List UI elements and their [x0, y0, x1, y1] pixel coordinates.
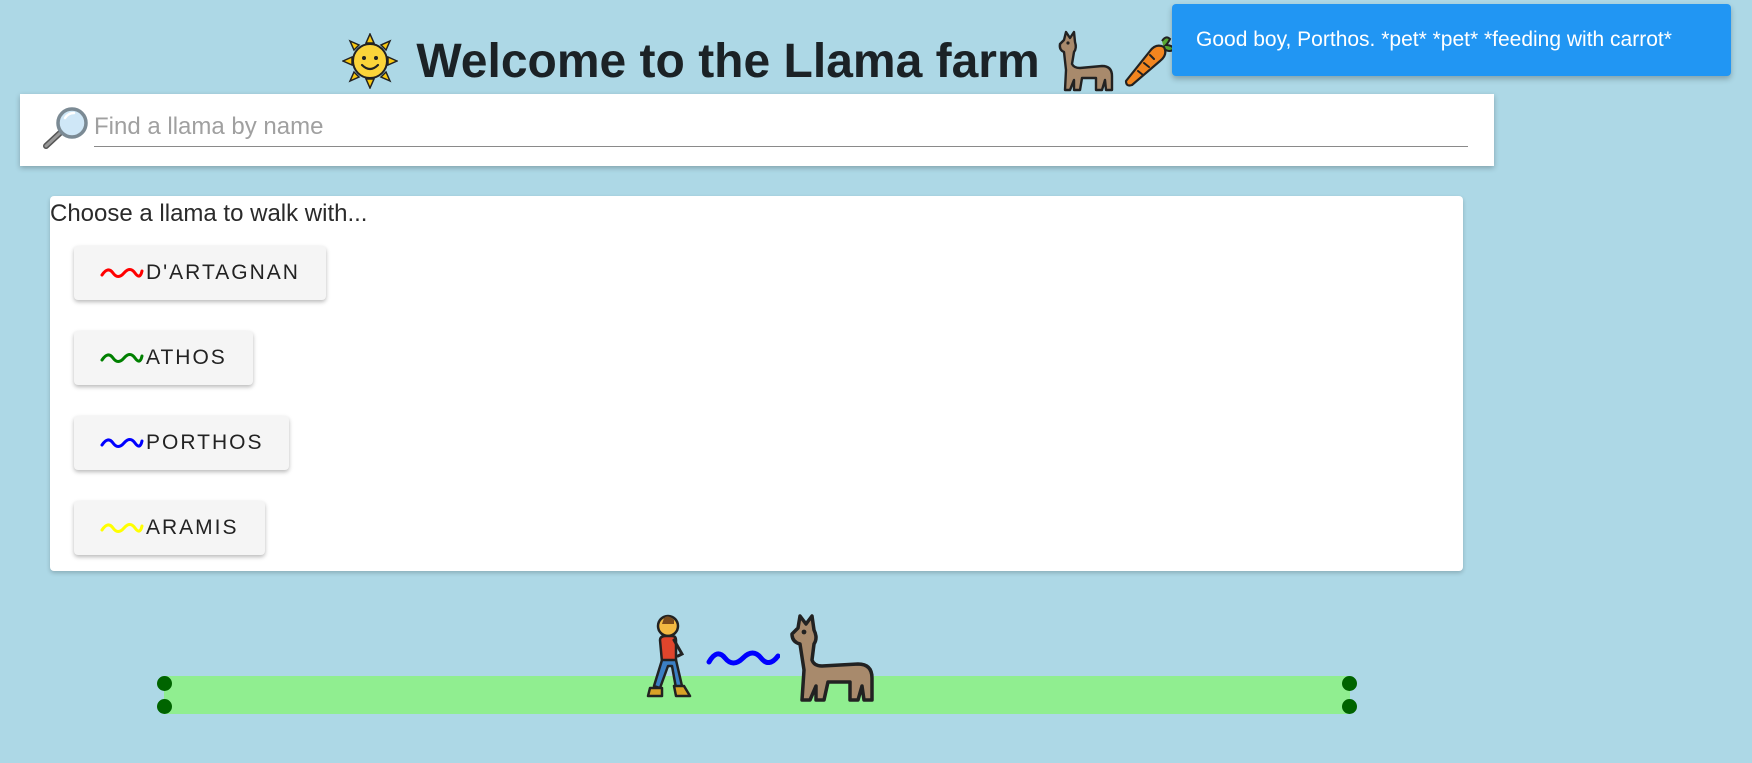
- chooser-prompt: Choose a llama to walk with...: [50, 200, 368, 227]
- leash-line: [706, 650, 780, 666]
- path-endpoint-dot: [1342, 699, 1357, 714]
- page-title: Welcome to the Llama farm: [416, 34, 1040, 88]
- llama-button-porthos[interactable]: PORTHOS: [74, 416, 290, 470]
- llama-button-label: PORTHOS: [146, 431, 264, 454]
- leash-icon: [100, 523, 144, 533]
- leash-icon: [100, 268, 144, 278]
- magnifier-icon: [43, 107, 88, 149]
- walk-path: [164, 676, 1350, 714]
- leash-path: [706, 650, 780, 666]
- sun-icon: [342, 33, 399, 89]
- llama-button-label: ATHOS: [146, 346, 227, 369]
- llama-button-label: D'ARTAGNAN: [146, 261, 300, 284]
- path-endpoint-dot: [157, 699, 172, 714]
- llama-button-aramis[interactable]: ARAMIS: [74, 501, 265, 555]
- toast-notification: Good boy, Porthos. *pet* *pet* *feeding …: [1172, 4, 1731, 76]
- search-bar: [20, 94, 1494, 166]
- leash-icon: [100, 353, 144, 363]
- path-endpoint-dot: [1342, 676, 1357, 691]
- llama-icon: [1058, 30, 1113, 92]
- llama-icon: [790, 614, 874, 702]
- llama-button-dartagnan[interactable]: D'ARTAGNAN: [74, 246, 326, 300]
- llama-button-athos[interactable]: ATHOS: [74, 331, 253, 385]
- llama-chooser-card: Choose a llama to walk with... D'ARTAGNA…: [50, 196, 1463, 571]
- toast-message: Good boy, Porthos. *pet* *pet* *feeding …: [1196, 28, 1672, 51]
- llama-button-label: ARAMIS: [146, 516, 239, 539]
- person-walking-icon: [646, 614, 692, 698]
- carrot-icon: [1124, 36, 1175, 87]
- leash-icon: [100, 438, 144, 448]
- search-input[interactable]: [94, 108, 1468, 147]
- path-endpoint-dot: [157, 676, 172, 691]
